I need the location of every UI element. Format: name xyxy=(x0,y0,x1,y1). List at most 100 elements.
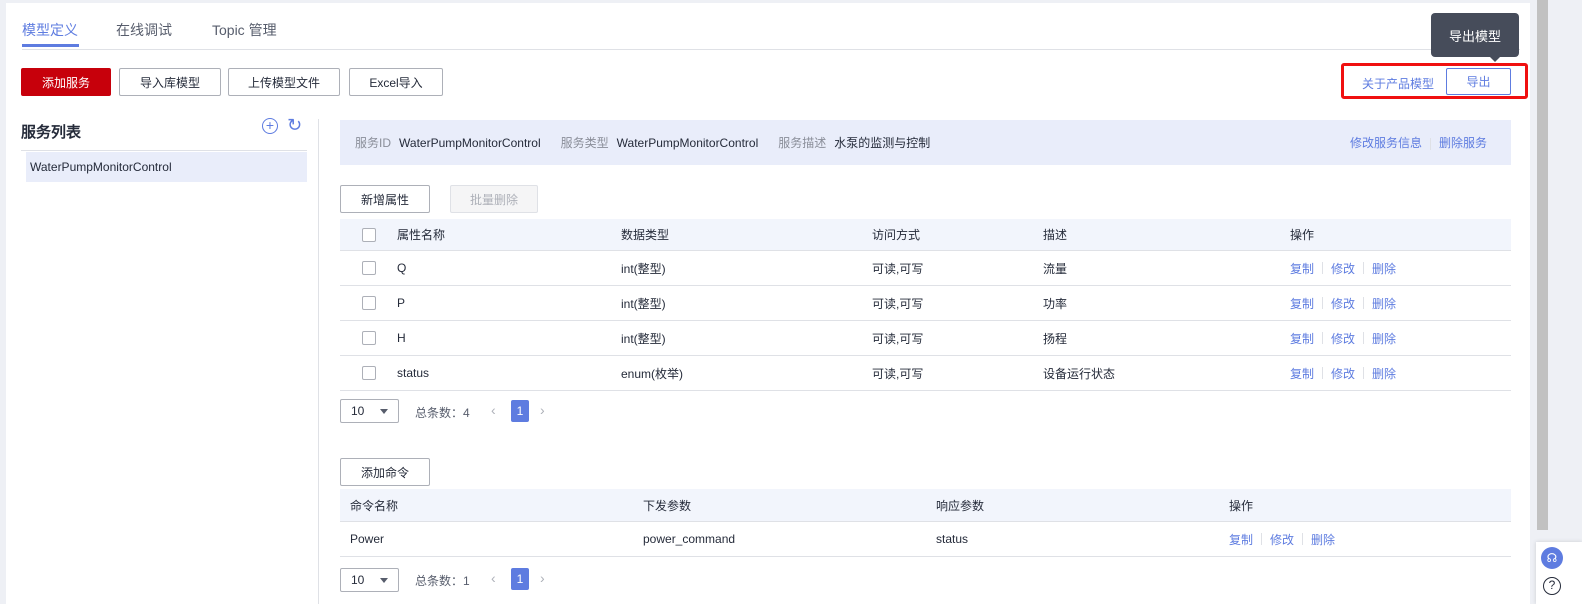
column-header: 描述 xyxy=(1043,228,1068,242)
property-type: enum(枚举) xyxy=(621,366,684,381)
floating-help-panel: ☊ ? xyxy=(1536,542,1582,604)
command-page-1-button[interactable]: 1 xyxy=(511,568,529,590)
table-row: Hint(整型) 可读,可写 扬程 复制 修改 删除 xyxy=(340,321,1511,356)
prev-page-icon[interactable]: ‹ xyxy=(491,570,496,586)
service-info-bar: 服务ID WaterPumpMonitorControl 服务类型 WaterP… xyxy=(340,120,1511,165)
copy-link[interactable]: 复制 xyxy=(1290,365,1314,382)
excel-import-button[interactable]: Excel导入 xyxy=(349,68,443,96)
edit-service-link[interactable]: 修改服务信息 xyxy=(1350,136,1422,150)
edit-link[interactable]: 修改 xyxy=(1331,330,1355,347)
page-size-value: 10 xyxy=(351,573,365,587)
column-header: 下发参数 xyxy=(643,498,692,513)
import-library-model-button[interactable]: 导入库模型 xyxy=(119,68,221,96)
column-header: 命令名称 xyxy=(350,498,399,513)
service-type-label: 服务类型 xyxy=(560,136,609,150)
property-desc: 扬程 xyxy=(1043,331,1068,346)
command-table-header: 命令名称 下发参数 响应参数 操作 xyxy=(340,489,1511,522)
help-icon[interactable]: ? xyxy=(1543,577,1561,595)
scrollbar[interactable] xyxy=(1537,0,1548,530)
row-actions: 复制 修改 删除 xyxy=(1290,321,1396,355)
column-header: 属性名称 xyxy=(397,228,446,242)
property-name: Q xyxy=(397,261,407,275)
edit-link[interactable]: 修改 xyxy=(1331,365,1355,382)
add-service-button[interactable]: 添加服务 xyxy=(21,68,111,96)
tab-topic[interactable]: Topic 管理 xyxy=(212,20,277,40)
active-tab-indicator xyxy=(22,44,79,47)
property-access: 可读,可写 xyxy=(872,366,924,381)
service-desc-label: 服务描述 xyxy=(778,136,827,150)
page: 模型定义 在线调试 Topic 管理 添加服务 导入库模型 上传模型文件 Exc… xyxy=(6,3,1530,604)
command-response: status xyxy=(936,532,969,546)
command-page-size-select[interactable]: 10 xyxy=(340,568,399,592)
property-name: status xyxy=(397,366,430,380)
row-checkbox[interactable] xyxy=(362,366,376,380)
row-checkbox[interactable] xyxy=(362,331,376,345)
edit-link[interactable]: 修改 xyxy=(1331,260,1355,277)
add-service-icon[interactable]: + xyxy=(262,118,278,134)
property-access: 可读,可写 xyxy=(872,296,924,311)
command-total-count: 总条数：1 xyxy=(415,574,470,588)
row-actions: 复制 修改 删除 xyxy=(1290,356,1396,390)
about-product-model-link[interactable]: 关于产品模型 xyxy=(1362,75,1434,92)
sidebar-item-waterpump[interactable]: WaterPumpMonitorControl xyxy=(26,152,307,182)
property-type: int(整型) xyxy=(621,296,666,311)
select-all-checkbox[interactable] xyxy=(362,227,376,242)
table-row: Power power_command status 复制 修改 删除 xyxy=(340,522,1511,557)
service-id-label: 服务ID xyxy=(355,136,392,150)
property-name: P xyxy=(397,296,406,310)
delete-service-link[interactable]: 删除服务 xyxy=(1439,136,1487,150)
delete-link[interactable]: 删除 xyxy=(1311,531,1335,548)
sidebar-divider xyxy=(21,150,307,151)
table-row: Qint(整型) 可读,可写 流量 复制 修改 删除 xyxy=(340,251,1511,286)
copy-link[interactable]: 复制 xyxy=(1290,295,1314,312)
column-header: 数据类型 xyxy=(621,228,670,242)
table-row: Pint(整型) 可读,可写 功率 复制 修改 删除 xyxy=(340,286,1511,321)
property-access: 可读,可写 xyxy=(872,331,924,346)
copy-link[interactable]: 复制 xyxy=(1229,531,1253,548)
page-size-value: 10 xyxy=(351,404,365,418)
column-header: 响应参数 xyxy=(936,498,985,513)
tab-divider xyxy=(22,49,1520,50)
tab-online-debug[interactable]: 在线调试 xyxy=(116,20,172,40)
service-list-title: 服务列表 xyxy=(21,124,82,141)
delete-link[interactable]: 删除 xyxy=(1372,295,1396,312)
row-checkbox[interactable] xyxy=(362,296,376,310)
tooltip-arrow xyxy=(1490,57,1500,62)
property-desc: 功率 xyxy=(1043,296,1068,311)
add-command-button[interactable]: 添加命令 xyxy=(340,458,430,486)
row-actions: 复制 修改 删除 xyxy=(1229,522,1335,556)
next-page-icon[interactable]: › xyxy=(540,402,545,418)
page-size-select[interactable]: 10 xyxy=(340,399,399,423)
column-header: 操作 xyxy=(1229,498,1254,513)
property-table-header: 属性名称 数据类型 访问方式 描述 操作 xyxy=(340,219,1511,251)
command-params: power_command xyxy=(643,532,736,546)
prev-page-icon[interactable]: ‹ xyxy=(491,402,496,418)
export-button[interactable]: 导出 xyxy=(1446,68,1511,95)
export-tooltip: 导出模型 xyxy=(1431,13,1519,57)
table-row: status enum(枚举) 可读,可写 设备运行状态 复制 修改 删除 xyxy=(340,356,1511,391)
add-property-button[interactable]: 新增属性 xyxy=(340,185,430,213)
refresh-icon[interactable]: ↻ xyxy=(287,115,302,136)
delete-link[interactable]: 删除 xyxy=(1372,365,1396,382)
property-desc: 流量 xyxy=(1043,261,1068,276)
page-1-button[interactable]: 1 xyxy=(511,400,529,422)
service-desc-value: 水泵的监测与控制 xyxy=(834,136,931,150)
command-name: Power xyxy=(350,532,385,546)
delete-link[interactable]: 删除 xyxy=(1372,330,1396,347)
copy-link[interactable]: 复制 xyxy=(1290,260,1314,277)
tab-model-definition[interactable]: 模型定义 xyxy=(22,20,78,40)
edit-link[interactable]: 修改 xyxy=(1331,295,1355,312)
property-type: int(整型) xyxy=(621,331,666,346)
next-page-icon[interactable]: › xyxy=(540,570,545,586)
edit-link[interactable]: 修改 xyxy=(1270,531,1294,548)
copy-link[interactable]: 复制 xyxy=(1290,330,1314,347)
row-checkbox[interactable] xyxy=(362,261,376,275)
batch-delete-button: 批量删除 xyxy=(450,185,538,213)
headset-icon[interactable]: ☊ xyxy=(1541,547,1563,569)
property-access: 可读,可写 xyxy=(872,261,924,276)
sidebar-border xyxy=(318,119,319,604)
row-actions: 复制 修改 删除 xyxy=(1290,286,1396,320)
upload-model-file-button[interactable]: 上传模型文件 xyxy=(228,68,340,96)
delete-link[interactable]: 删除 xyxy=(1372,260,1396,277)
service-type-value: WaterPumpMonitorControl xyxy=(616,135,759,150)
